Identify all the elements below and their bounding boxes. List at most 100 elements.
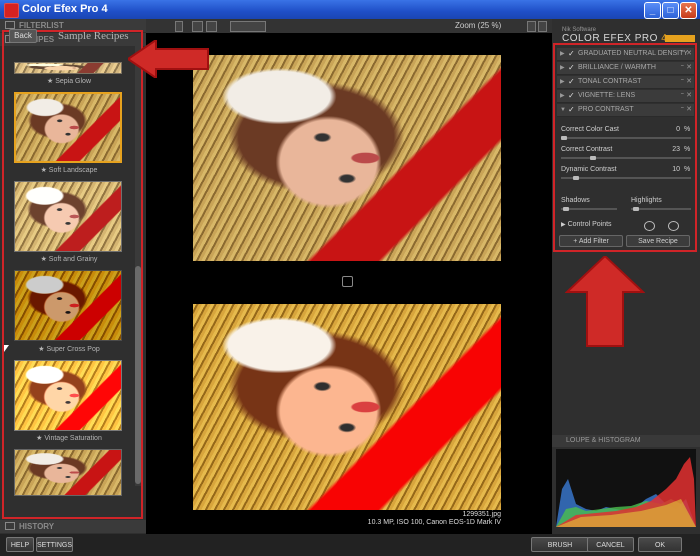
subtract-control-point-icon[interactable] [668,221,679,231]
highlights-label: Highlights [631,197,662,204]
filter-row-brilliance[interactable]: ▶ ✓ BRILLIANCE / WARMTH ⁼ ✕ [557,62,694,75]
histogram [556,449,696,527]
slider-unit: % [684,126,691,133]
recipe-thumb-sepia-glow[interactable] [14,62,122,74]
slider-label: Correct Color Cast [561,126,619,133]
color-cast-slider-track[interactable] [561,137,691,139]
filter-row-pro-contrast[interactable]: ▼ ✓ PRO CONTRAST ⁼ ✕ [557,104,694,117]
loupe-label: LOUPE & HISTOGRAM [566,437,641,444]
image-filename: 1299351.jpg [462,511,501,518]
expand-arrow-icon[interactable]: ▶ [560,48,565,60]
filter-controls-icon[interactable]: ⁼ ✕ [680,48,692,60]
recipes-title: Sample Recipes [58,30,129,42]
highlights-slider-knob[interactable] [633,207,639,211]
filter-row-vignette-lens[interactable]: ▶ ✓ VIGNETTE: LENS ⁼ ✕ [557,90,694,103]
filter-name: BRILLIANCE / WARMTH [578,64,656,71]
add-control-point-icon[interactable] [644,221,655,231]
recipe-thumb-soft-landscape[interactable] [14,92,122,163]
compare-button[interactable] [230,21,266,32]
minimize-button[interactable]: _ [644,2,661,19]
shadows-slider-track[interactable] [561,208,617,210]
recipe-label: ★ Vintage Saturation [36,435,102,442]
history-icon [5,522,15,530]
view-side-by-side-icon[interactable] [206,21,217,32]
contrast-slider-track[interactable] [561,157,691,159]
filter-row-graduated-nd[interactable]: ▶ ✓ GRADUATED NEUTRAL DENSITY ⁼ ✕ [557,48,694,61]
history-label: HISTORY [19,522,55,531]
filter-checkbox[interactable]: ✓ [568,104,575,116]
color-cast-slider-knob[interactable] [561,136,567,140]
add-filter-button[interactable]: + Add Filter [559,235,623,247]
zoom-select[interactable]: Zoom (25 %) [455,19,501,33]
view-split-icon[interactable] [192,21,203,32]
recipe-thumb-super-cross-pop[interactable] [14,270,122,341]
close-button[interactable]: ✕ [680,2,697,19]
shadows-label: Shadows [561,197,590,204]
collapse-arrow-icon[interactable]: ▼ [560,104,566,116]
filter-checkbox[interactable]: ✓ [568,62,575,74]
view-single-icon[interactable] [175,21,183,32]
title-bar: Color Efex Pro 4 _ □ ✕ [0,0,700,19]
settings-button[interactable]: SETTINGS [36,537,73,552]
filter-checkbox[interactable]: ✓ [568,76,575,88]
filter-name: PRO CONTRAST [578,106,634,113]
back-button[interactable]: Back [9,29,37,43]
recipe-label: ★ Soft Landscape [40,167,98,174]
filter-controls-icon[interactable]: ⁼ ✕ [680,62,692,74]
slider-unit: % [684,146,691,153]
ok-button[interactable]: OK [638,537,682,552]
expand-arrow-icon[interactable]: ▶ [561,222,566,228]
slider-unit: % [684,166,691,173]
recipe-label: ★ Soft and Grainy [40,256,98,263]
maximize-button[interactable]: □ [662,2,679,19]
recipe-thumb-soft-and-grainy[interactable] [14,181,122,252]
contrast-slider-knob[interactable] [589,156,596,160]
cancel-button[interactable]: CANCEL [587,537,634,552]
brush-button[interactable]: BRUSH [531,537,589,552]
filter-controls-icon[interactable]: ⁼ ✕ [680,90,692,102]
highlights-slider-track[interactable] [631,208,691,210]
preview-after-image [193,304,501,510]
window-title: Color Efex Pro 4 [22,3,108,15]
swap-compare-icon[interactable] [342,276,353,287]
expand-arrow-icon[interactable]: ▶ [560,90,565,102]
recipe-thumb-vintage-saturation[interactable] [14,360,122,431]
grid-icon [5,21,15,29]
shadows-slider-knob[interactable] [563,207,569,211]
app-icon [4,3,19,18]
image-info: 10.3 MP, ISO 100, Canon EOS-1D Mark IV [367,519,501,526]
filter-name: VIGNETTE: LENS [578,92,636,99]
history-header[interactable]: HISTORY [0,520,146,533]
recipe-label: ★ Sepia Glow [46,78,92,85]
preview-before-image [193,55,501,261]
recipe-thumb-next[interactable] [14,449,122,496]
loupe-toggle-icon[interactable] [527,21,536,32]
help-button[interactable]: HELP [6,537,34,552]
loupe-histogram-header[interactable]: LOUPE & HISTOGRAM [552,435,700,447]
control-points-label: Control Points [567,221,612,228]
slider-label: Dynamic Contrast [561,166,617,173]
filter-controls-icon[interactable]: ⁼ ✕ [680,104,692,116]
dynamic-contrast-slider-track[interactable] [561,177,691,179]
filter-name: TONAL CONTRAST [578,78,642,85]
recipe-label: ★ Super Cross Pop [38,346,100,353]
filter-checkbox[interactable]: ✓ [568,48,575,60]
filter-checkbox[interactable]: ✓ [568,90,575,102]
slider-value: 0 [676,126,680,133]
background-toggle-icon[interactable] [538,21,547,32]
nik-logo [665,35,695,42]
filter-controls-icon[interactable]: ⁼ ✕ [680,76,692,88]
up-pointing-arrow-icon [565,256,645,347]
left-pointing-arrow-icon [128,40,209,78]
filter-row-tonal-contrast[interactable]: ▶ ✓ TONAL CONTRAST ⁼ ✕ [557,76,694,89]
slider-value: 10 [672,166,680,173]
expand-arrow-icon[interactable]: ▶ [560,76,565,88]
recipes-scroll-thumb[interactable] [135,266,141,484]
mouse-cursor-icon [4,345,9,352]
slider-value: 23 [672,146,680,153]
filter-name: GRADUATED NEUTRAL DENSITY [578,50,689,57]
slider-label: Correct Contrast [561,146,613,153]
expand-arrow-icon[interactable]: ▶ [560,62,565,74]
save-recipe-button[interactable]: Save Recipe [626,235,690,247]
dynamic-contrast-slider-knob[interactable] [573,176,580,180]
